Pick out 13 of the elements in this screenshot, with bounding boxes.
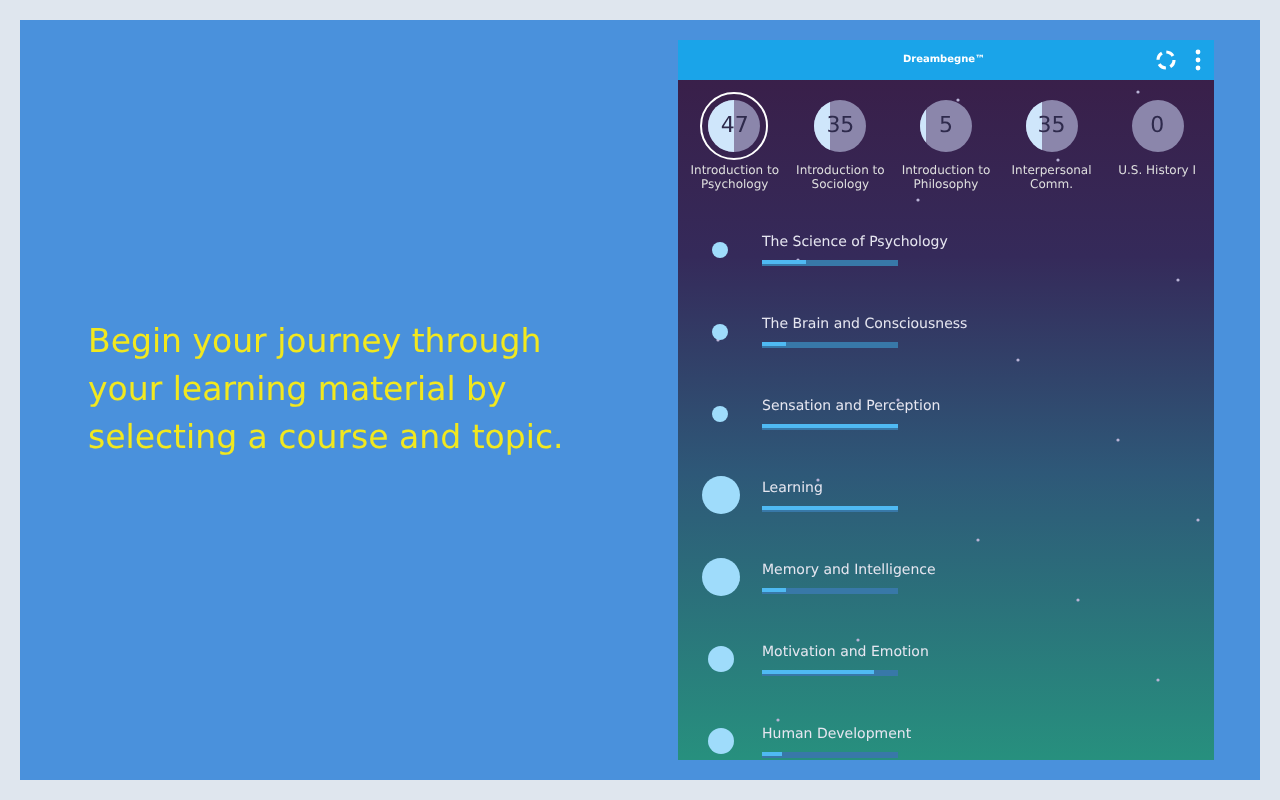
topic-dot xyxy=(707,728,733,754)
course-count: 5 xyxy=(938,114,953,138)
topic-dot xyxy=(707,646,733,672)
topic-dot xyxy=(701,558,739,596)
course-count: 47 xyxy=(720,114,749,138)
topic-dot xyxy=(712,241,728,257)
refresh-icon[interactable] xyxy=(1154,48,1178,72)
topic-dot xyxy=(712,323,728,339)
topic-dot xyxy=(712,405,728,421)
promo-text: Begin your journey through your learning material by selecting a course and topic. xyxy=(88,320,566,460)
course-count: 0 xyxy=(1150,114,1165,138)
menu-icon[interactable] xyxy=(1194,48,1202,72)
topic-dot xyxy=(701,476,739,514)
